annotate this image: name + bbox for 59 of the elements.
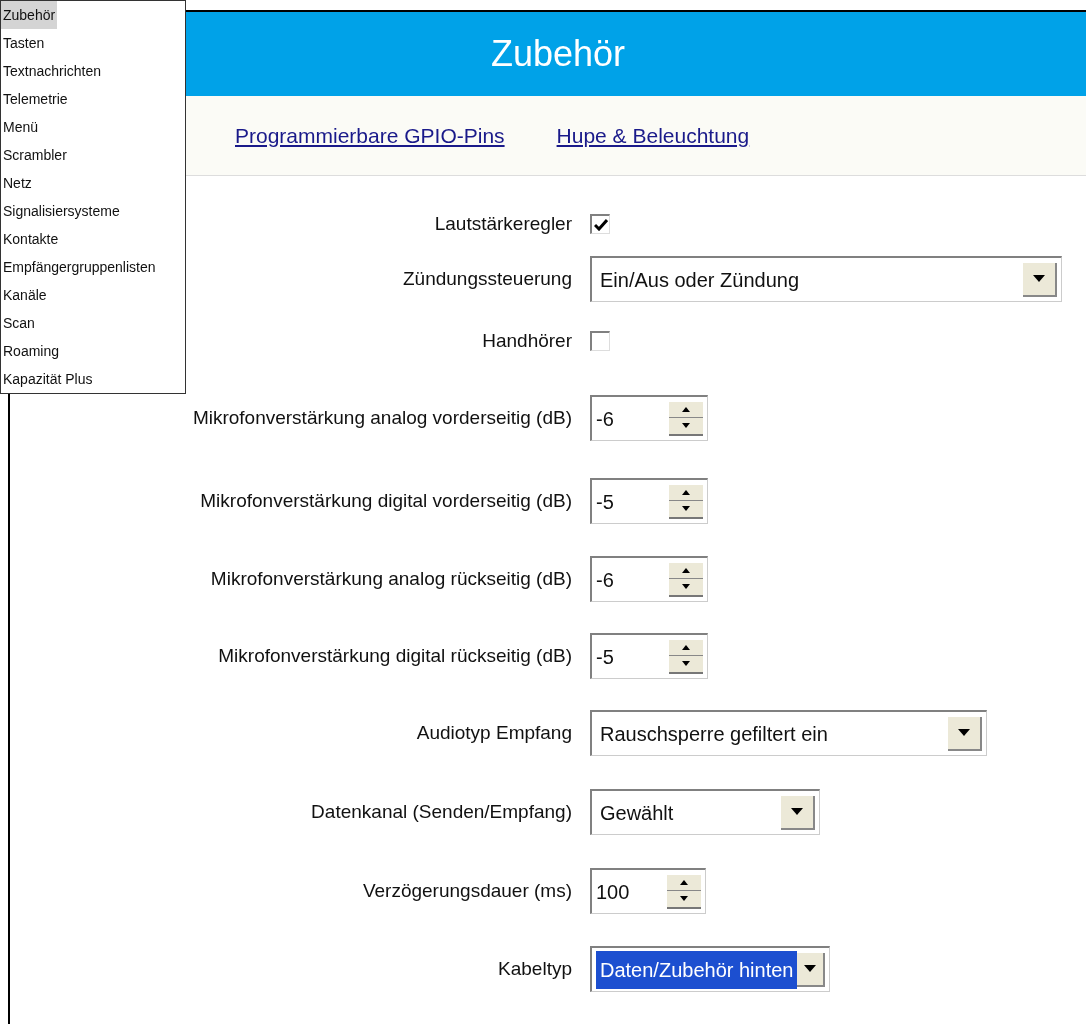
- menu-item[interactable]: Scrambler: [1, 141, 185, 169]
- up-arrow-icon: [680, 879, 688, 885]
- field-label: Zündungssteuerung: [403, 266, 572, 291]
- menu-item[interactable]: Menü: [1, 113, 185, 141]
- dropdown[interactable]: Gewählt: [590, 789, 820, 835]
- up-arrow-icon: [682, 406, 690, 412]
- field-label: Mikrofonverstärkung digital rückseitig (dB): [218, 643, 572, 668]
- dropdown-arrow-icon: [791, 808, 803, 815]
- menu-item[interactable]: Roaming: [1, 337, 185, 365]
- menu-item[interactable]: Tasten: [1, 29, 185, 57]
- down-arrow-icon: [682, 506, 690, 512]
- down-arrow-icon: [680, 896, 688, 902]
- menu-item[interactable]: Kontakte: [1, 225, 185, 253]
- spinner-field[interactable]: -5: [590, 478, 708, 524]
- field-label: Datenkanal (Senden/Empfang): [311, 799, 572, 824]
- dropdown-arrow-icon: [958, 729, 970, 736]
- spin-buttons[interactable]: [669, 639, 703, 674]
- down-arrow-icon: [682, 423, 690, 429]
- menu-item[interactable]: Kapazität Plus: [1, 365, 185, 393]
- check-icon: [593, 218, 608, 231]
- spinner-field[interactable]: 100: [590, 868, 706, 914]
- dropdown[interactable]: Rauschsperre gefiltert ein: [590, 710, 987, 756]
- section-link[interactable]: Programmierbare GPIO-Pins: [235, 119, 505, 152]
- field-label: Mikrofonverstärkung analog vorderseitig (dB): [192, 405, 572, 430]
- up-arrow-icon: [682, 489, 690, 495]
- spin-buttons[interactable]: [669, 484, 703, 519]
- field-label: Mikrofonverstärkung analog rückseitig (dB): [210, 566, 572, 591]
- spin-buttons[interactable]: [669, 401, 703, 436]
- spinner-field[interactable]: -6: [590, 556, 708, 602]
- field-label: Lautstärkeregler: [434, 211, 572, 236]
- field-label: Verzögerungsdauer (ms): [362, 878, 572, 903]
- dropdown-arrow-icon: [1033, 275, 1045, 282]
- menu-item[interactable]: Scan: [1, 309, 185, 337]
- field-label: Audiotyp Empfang: [416, 720, 572, 745]
- dropdown[interactable]: Daten/Zubehör hinten: [590, 946, 830, 992]
- menu-item[interactable]: Zubehör: [1, 1, 58, 29]
- down-arrow-icon: [682, 584, 690, 590]
- menu-item[interactable]: Telemetrie: [1, 85, 185, 113]
- checkbox[interactable]: [590, 331, 610, 351]
- spinner-field[interactable]: -5: [590, 633, 708, 679]
- field-label: Mikrofonverstärkung digital vorderseitig (dB): [200, 488, 572, 513]
- menu-item[interactable]: Kanäle: [1, 281, 185, 309]
- menu-item[interactable]: Empfängergruppenlisten: [1, 253, 185, 281]
- section-link[interactable]: Hupe & Beleuchtung: [556, 119, 750, 152]
- field-label: Kabeltyp: [498, 956, 572, 981]
- field-label: Handhörer: [482, 328, 572, 353]
- spinner-field[interactable]: -6: [590, 395, 708, 441]
- page-title: Zubehör: [490, 32, 626, 76]
- menu-item[interactable]: Signalisiersysteme: [1, 197, 185, 225]
- dropdown[interactable]: Ein/Aus oder Zündung: [590, 256, 1062, 302]
- up-arrow-icon: [682, 567, 690, 573]
- spin-buttons[interactable]: [667, 874, 701, 909]
- menu-item[interactable]: Netz: [1, 169, 185, 197]
- checkbox[interactable]: [590, 214, 610, 234]
- spin-buttons[interactable]: [669, 562, 703, 597]
- down-arrow-icon: [682, 661, 690, 667]
- up-arrow-icon: [682, 644, 690, 650]
- menu-item[interactable]: Textnachrichten: [1, 57, 185, 85]
- dropdown-arrow-icon: [804, 965, 817, 972]
